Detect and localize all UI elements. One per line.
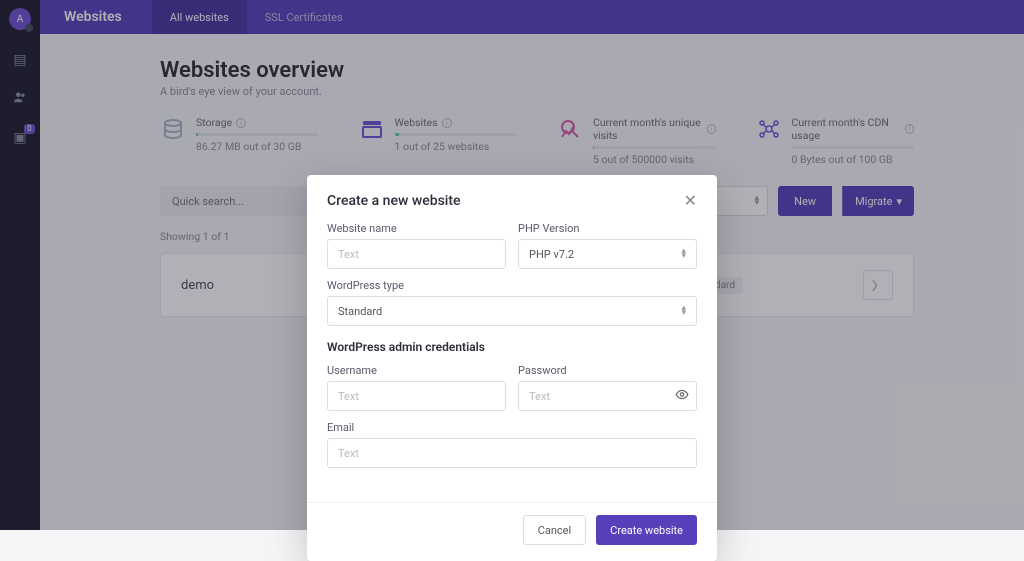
password-input[interactable]	[518, 381, 697, 411]
label-password: Password	[518, 364, 697, 377]
create-website-button[interactable]: Create website	[596, 515, 697, 545]
close-icon[interactable]: ✕	[684, 191, 697, 210]
label-username: Username	[327, 364, 506, 377]
select-arrows-icon: ▴▾	[681, 306, 686, 317]
wordpress-type-select[interactable]: Standard ▴▾	[327, 296, 697, 326]
php-version-select[interactable]: PHP v7.2 ▴▾	[518, 239, 697, 269]
label-email: Email	[327, 421, 697, 434]
username-input[interactable]	[327, 381, 506, 411]
wordpress-type-value: Standard	[338, 305, 382, 318]
modal-title: Create a new website	[327, 193, 461, 209]
label-php-version: PHP Version	[518, 222, 697, 235]
select-arrows-icon: ▴▾	[681, 249, 686, 260]
label-wordpress-type: WordPress type	[327, 279, 697, 292]
section-credentials: WordPress admin credentials	[327, 340, 697, 354]
modal-overlay: Create a new website ✕ Website name PHP …	[0, 0, 1024, 530]
eye-icon[interactable]	[675, 388, 689, 405]
label-website-name: Website name	[327, 222, 506, 235]
website-name-input[interactable]	[327, 239, 506, 269]
php-version-value: PHP v7.2	[529, 248, 574, 261]
email-input[interactable]	[327, 438, 697, 468]
create-website-modal: Create a new website ✕ Website name PHP …	[307, 175, 717, 561]
cancel-button[interactable]: Cancel	[523, 515, 586, 545]
